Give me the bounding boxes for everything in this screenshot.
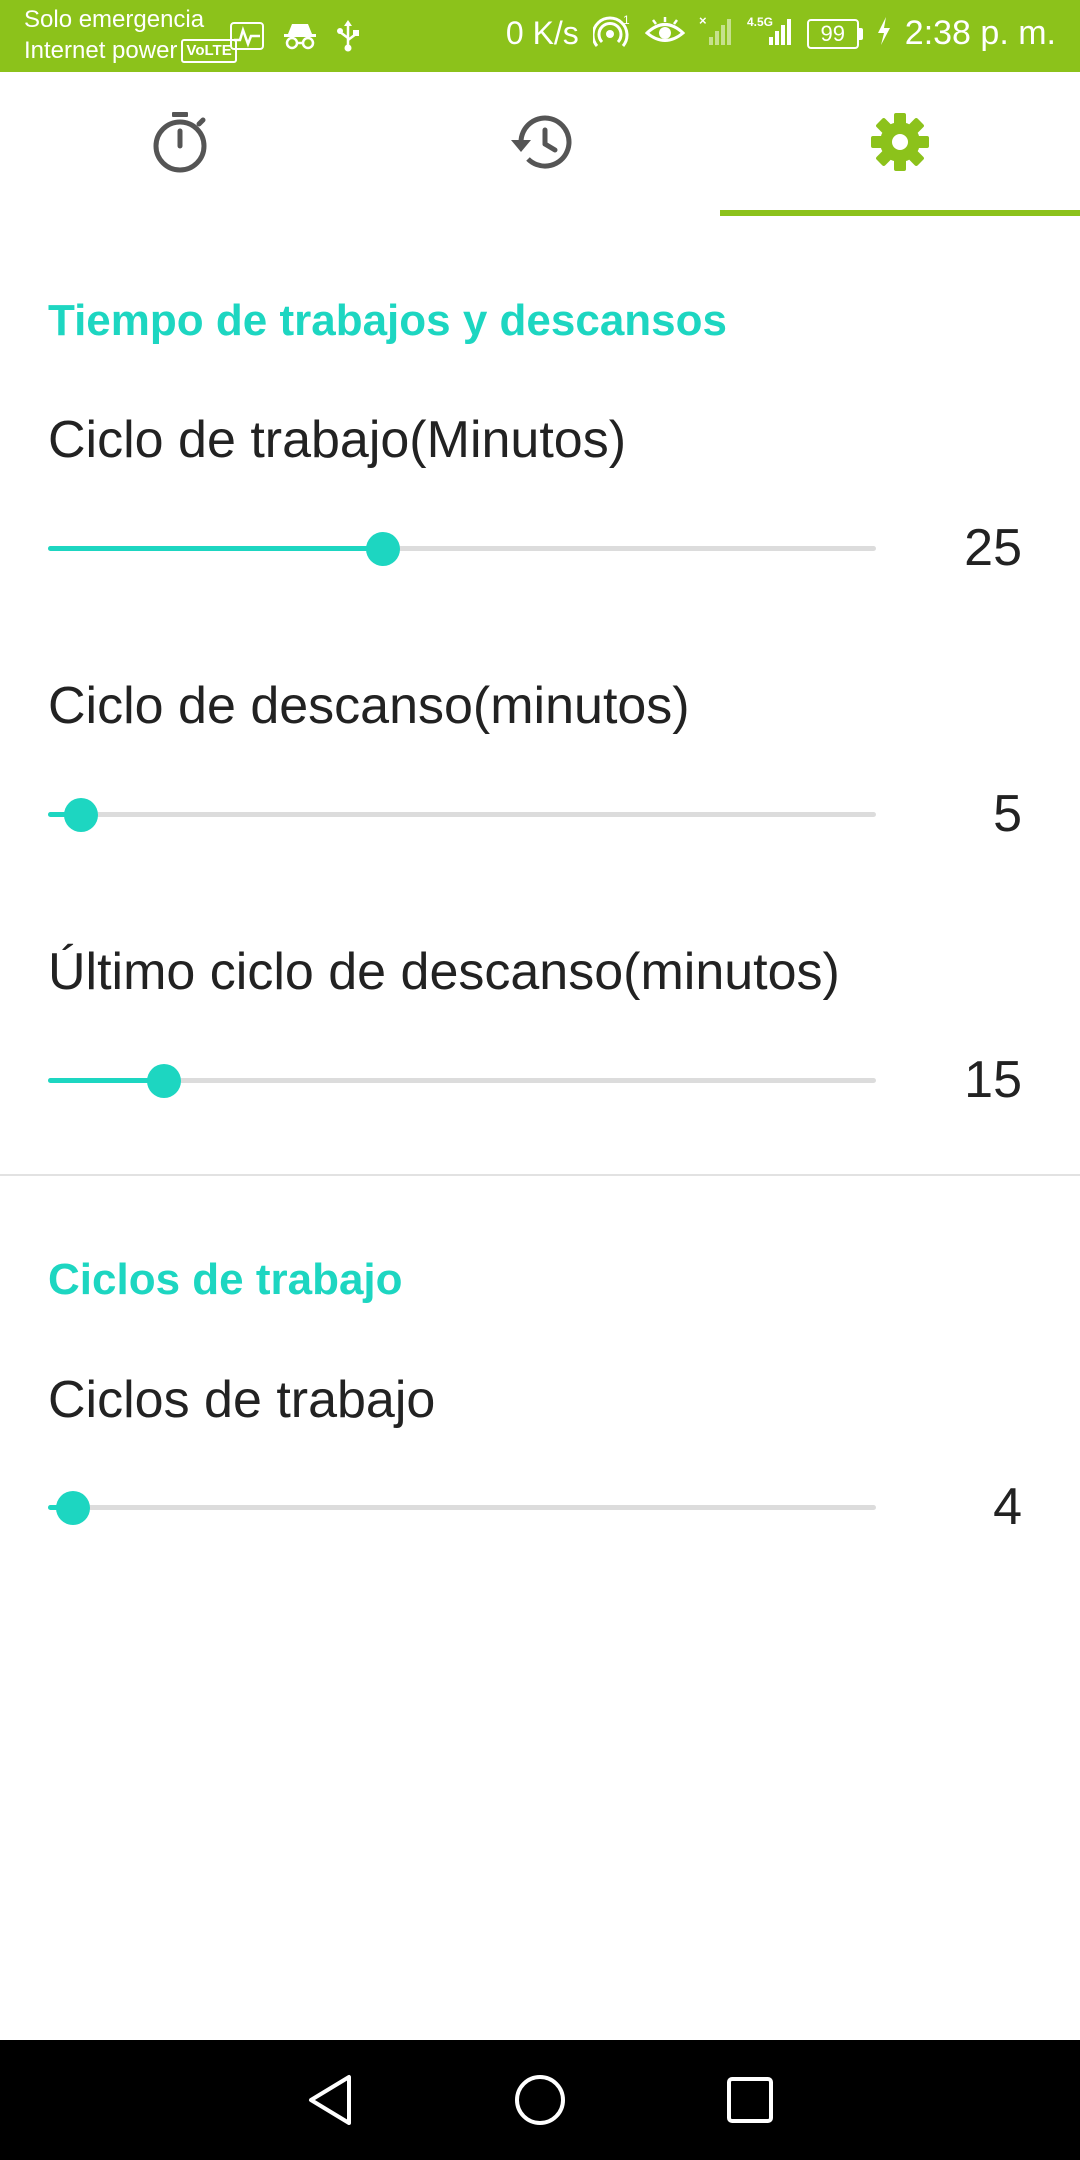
work-cycle-label: Ciclo de trabajo(Minutos) (48, 411, 627, 469)
tab-settings[interactable] (720, 72, 1080, 216)
last-break-value: 15 (964, 1051, 1022, 1109)
usb-icon (336, 20, 360, 57)
slider-thumb[interactable] (366, 532, 401, 566)
home-button[interactable] (510, 2070, 570, 2130)
signal-sim1-icon: × (699, 13, 733, 52)
tab-history[interactable] (360, 72, 720, 216)
work-cycle-slider[interactable]: 25 (48, 518, 1028, 578)
history-icon (507, 112, 573, 177)
signal-sim2-icon: 4.5G (747, 15, 793, 52)
slider-thumb[interactable] (64, 798, 99, 832)
activity-monitor-icon (230, 22, 264, 55)
work-cycles-slider[interactable]: 4 (48, 1477, 1028, 1537)
battery-indicator: 99 (806, 18, 863, 49)
recents-square-icon (727, 2077, 773, 2123)
svg-text:×: × (699, 15, 707, 28)
break-cycle-value: 5 (993, 785, 1022, 843)
system-status: 0 K/s 1 × 4.5G 99 2:38 p. m. (505, 13, 1056, 53)
hotspot-icon: 1 (591, 13, 631, 53)
home-circle-icon (515, 2075, 565, 2125)
slider-track[interactable] (48, 1491, 876, 1525)
back-button[interactable] (300, 2070, 360, 2130)
clock: 2:38 p. m. (904, 14, 1056, 52)
slider-thumb[interactable] (55, 1491, 90, 1525)
tab-bar (0, 72, 1080, 216)
slider-track[interactable] (48, 1064, 876, 1098)
slider-fill (48, 546, 384, 551)
work-cycles-value: 4 (993, 1478, 1022, 1536)
system-navigation-bar (0, 2040, 1080, 2160)
settings-gear-icon (869, 111, 931, 178)
carrier-line-1: Solo emergencia (24, 6, 205, 33)
network-type-label: 4.5G (747, 15, 773, 29)
slider-track[interactable] (48, 798, 876, 832)
timer-icon (150, 110, 210, 179)
section-title-times: Tiempo de trabajos y descansos (48, 296, 727, 345)
carrier-line-2: Internet power (24, 37, 178, 64)
tab-timer[interactable] (0, 72, 360, 216)
section-divider (0, 1174, 1080, 1176)
eye-comfort-icon (644, 16, 686, 51)
last-break-slider[interactable]: 15 (48, 1050, 1028, 1110)
notification-icons (230, 20, 360, 57)
work-cycle-value: 25 (964, 519, 1022, 577)
status-bar: Solo emergencia Internet power VoLTE 0 K… (0, 0, 1080, 72)
svg-text:1: 1 (623, 14, 630, 27)
battery-tip (858, 27, 863, 40)
tab-indicator (720, 210, 1080, 216)
slider-track[interactable] (48, 532, 876, 566)
section-title-cycles: Ciclos de trabajo (48, 1255, 403, 1304)
break-cycle-slider[interactable]: 5 (48, 784, 1028, 844)
back-triangle-icon (309, 2075, 351, 2125)
carrier-info: Solo emergencia Internet power VoLTE (24, 4, 237, 66)
charging-bolt-icon (877, 17, 891, 50)
battery-level: 99 (806, 18, 859, 49)
volte-badge: VoLTE (181, 38, 237, 63)
break-cycle-label: Ciclo de descanso(minutos) (48, 677, 690, 735)
incognito-icon (282, 22, 318, 55)
recents-button[interactable] (720, 2070, 780, 2130)
last-break-label: Último ciclo de descanso(minutos) (48, 943, 840, 1001)
tab-indicator (0, 210, 360, 216)
work-cycles-label: Ciclos de trabajo (48, 1371, 436, 1429)
network-speed: 0 K/s (505, 15, 579, 51)
slider-thumb[interactable] (146, 1064, 181, 1098)
tab-indicator (360, 210, 720, 216)
